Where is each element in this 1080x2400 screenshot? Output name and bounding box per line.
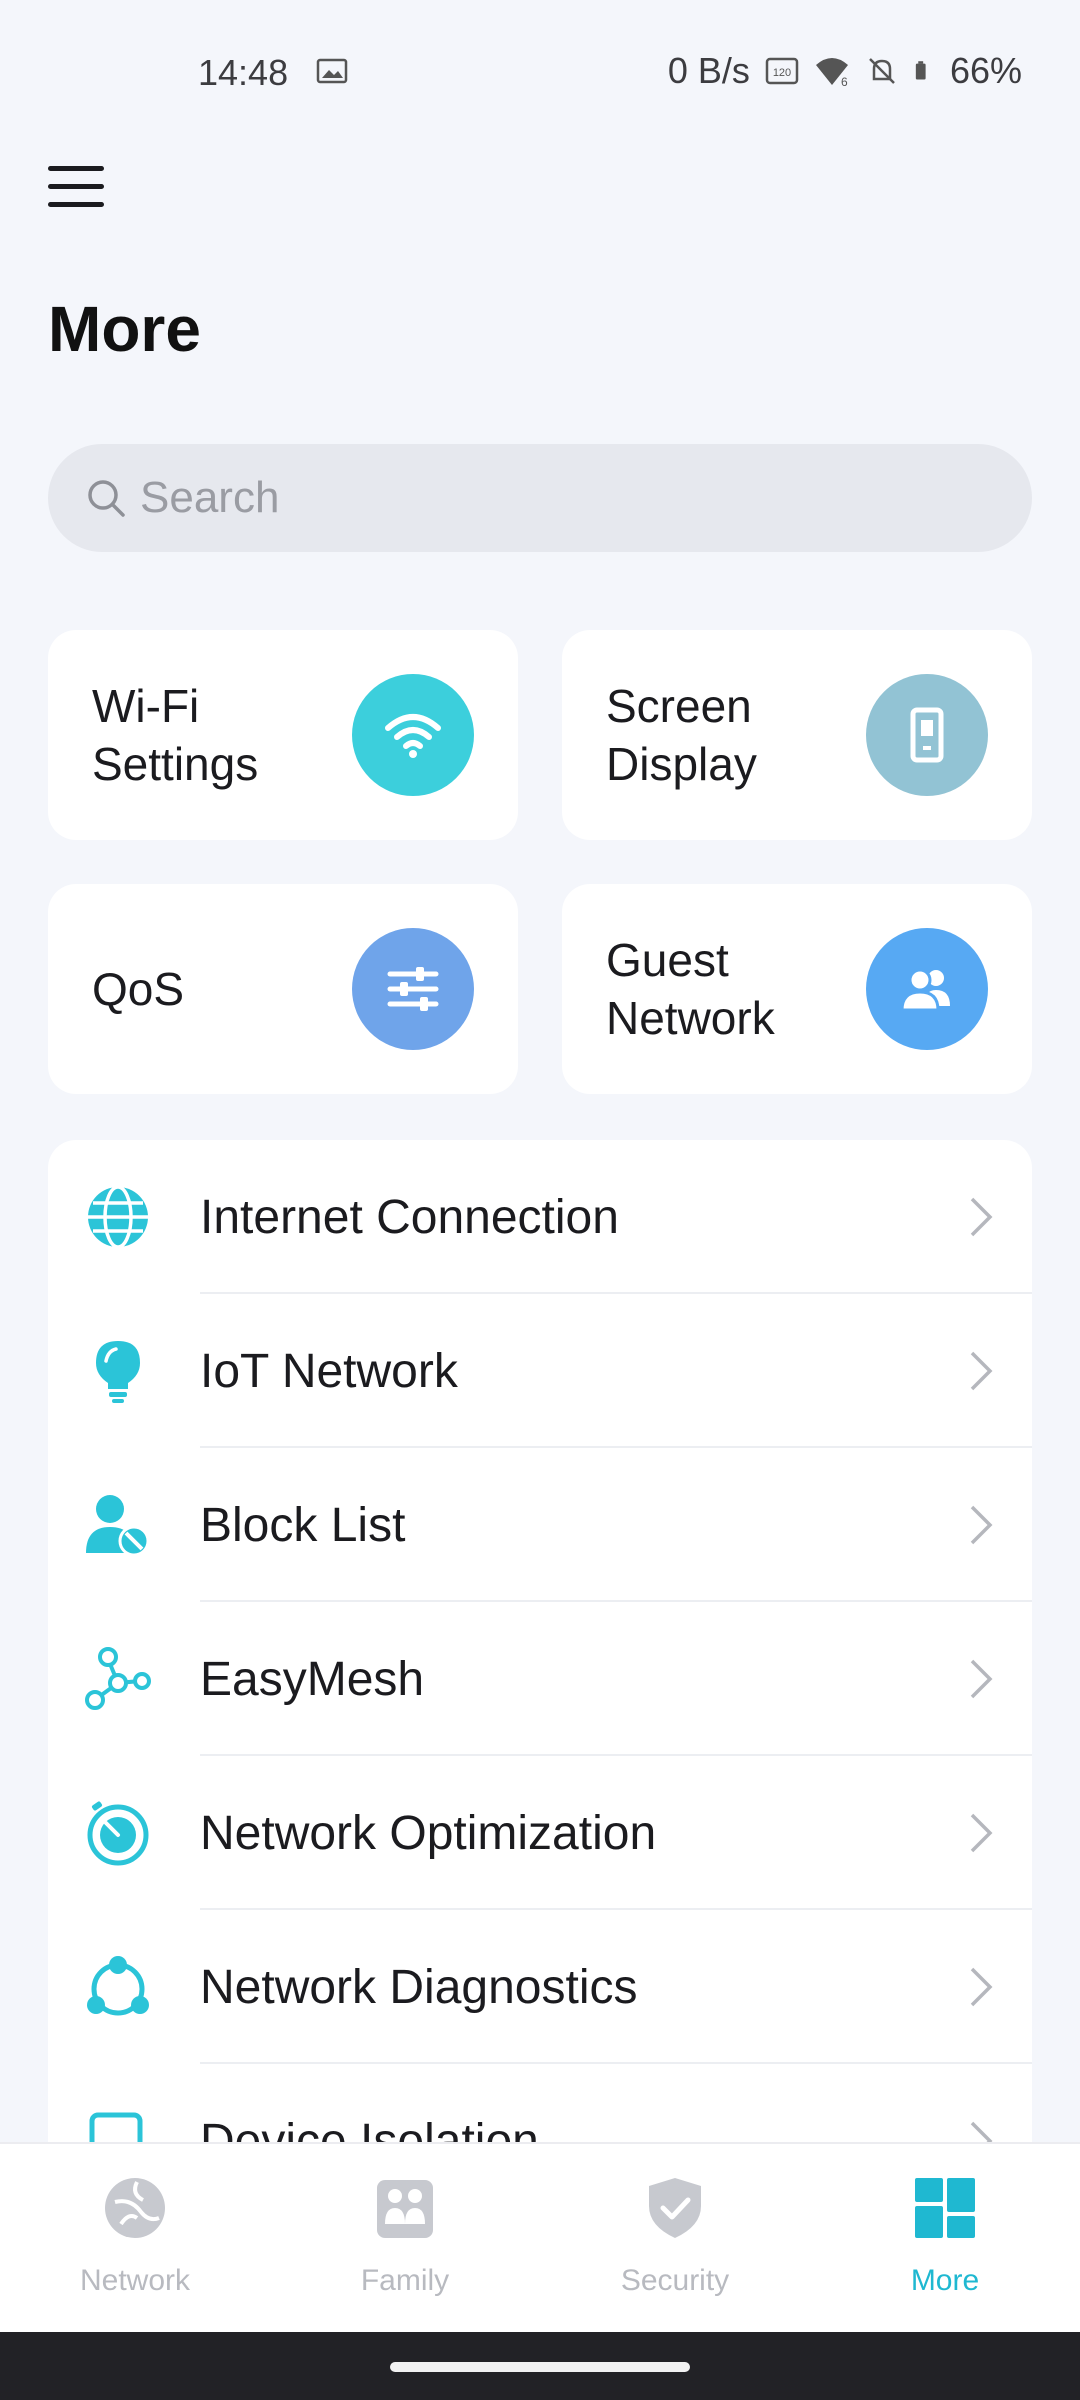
svg-text:120: 120	[773, 67, 791, 79]
list-item-iot-network[interactable]: IoT Network	[48, 1294, 1032, 1448]
network-globe-icon	[105, 2178, 165, 2238]
chevron-right-icon	[970, 1351, 993, 1391]
grid-icon	[915, 2178, 975, 2238]
battery-percent: 66%	[949, 50, 1022, 91]
refresh-rate-icon: 120	[765, 57, 799, 85]
diagnostics-icon	[87, 1956, 149, 2016]
more-screen: 14:48 0 B/s 120 6 66% More Search Wi-Fi …	[0, 0, 1080, 2400]
list-item-label: Network Optimization	[200, 1806, 657, 1860]
chevron-right-icon	[970, 1505, 993, 1545]
list-item-label: Internet Connection	[200, 1190, 619, 1244]
system-navigation-bar	[0, 2332, 1080, 2400]
nav-tab-family[interactable]: Family	[270, 2144, 540, 2332]
tile-label: Guest Network	[606, 934, 775, 1044]
list-item-network-optimization[interactable]: Network Optimization	[48, 1756, 1032, 1910]
tile-label: Wi-Fi Settings	[92, 680, 259, 790]
list-item-label: IoT Network	[200, 1344, 458, 1398]
tile-label: Screen Display	[606, 680, 757, 790]
net-speed: 0 B/s	[667, 50, 750, 91]
chevron-right-icon	[970, 1967, 993, 2007]
nav-label: More	[910, 2264, 980, 2297]
nav-tab-more[interactable]: More	[810, 2144, 1080, 2332]
tile-wifi-settings[interactable]: Wi-Fi Settings	[48, 630, 518, 840]
globe-icon	[88, 1185, 148, 1249]
stopwatch-icon	[87, 1801, 149, 1866]
tile-qos[interactable]: QoS	[48, 884, 518, 1094]
silent-bell-icon	[869, 58, 895, 84]
wifi-6-icon: 6	[815, 58, 848, 89]
menu-line	[48, 202, 104, 207]
guest-users-icon	[866, 928, 988, 1050]
list-item-device-isolation[interactable]: Device Isolation	[48, 2064, 1032, 2150]
list-item-internet-connection[interactable]: Internet Connection	[48, 1140, 1032, 1294]
hamburger-menu-button[interactable]	[48, 166, 104, 216]
list-item-easymesh[interactable]: EasyMesh	[48, 1602, 1032, 1756]
status-time: 14:48	[198, 52, 289, 93]
menu-line	[48, 166, 104, 171]
family-icon	[377, 2180, 433, 2238]
list-item-network-diagnostics[interactable]: Network Diagnostics	[48, 1910, 1032, 2064]
mesh-nodes-icon	[85, 1647, 151, 1710]
chevron-right-icon	[970, 1197, 993, 1237]
chevron-right-icon	[970, 1813, 993, 1853]
chevron-right-icon	[970, 1659, 993, 1699]
nav-label: Network	[79, 2264, 191, 2297]
svg-text:6: 6	[841, 75, 848, 89]
search-icon	[88, 480, 125, 517]
screen-display-icon	[866, 674, 988, 796]
status-right-group: 0 B/s 120 6 66%	[668, 50, 1022, 92]
status-bar: 14:48 0 B/s 120 6 66%	[0, 0, 1080, 150]
list-item-block-list[interactable]: Block List	[48, 1448, 1032, 1602]
search-input[interactable]	[140, 473, 940, 523]
settings-list: Internet Connection IoT Network Block Li…	[48, 1140, 1032, 2150]
tile-label: QoS	[92, 963, 185, 1015]
nav-label: Security	[620, 2264, 730, 2297]
list-item-label: Block List	[200, 1498, 406, 1552]
bottom-navigation: Network Family Security More	[0, 2142, 1080, 2332]
lightbulb-icon	[96, 1341, 140, 1403]
list-item-label: Network Diagnostics	[200, 1960, 638, 2014]
nav-tab-network[interactable]: Network	[0, 2144, 270, 2332]
home-gesture-handle[interactable]	[390, 2362, 690, 2372]
wifi-icon	[352, 674, 474, 796]
shield-check-icon	[649, 2178, 701, 2238]
user-block-icon	[86, 1495, 150, 1557]
list-item-label: EasyMesh	[200, 1652, 425, 1706]
tile-guest-network[interactable]: Guest Network	[562, 884, 1032, 1094]
nav-label: Family	[360, 2264, 450, 2297]
nav-tab-security[interactable]: Security	[540, 2144, 810, 2332]
menu-line	[48, 184, 104, 189]
sliders-icon	[352, 928, 474, 1050]
gallery-notification-icon	[316, 58, 348, 84]
page-title: More	[48, 293, 201, 365]
tile-screen-display[interactable]: Screen Display	[562, 630, 1032, 840]
search-bar[interactable]	[48, 444, 1032, 552]
battery-icon	[915, 61, 926, 80]
